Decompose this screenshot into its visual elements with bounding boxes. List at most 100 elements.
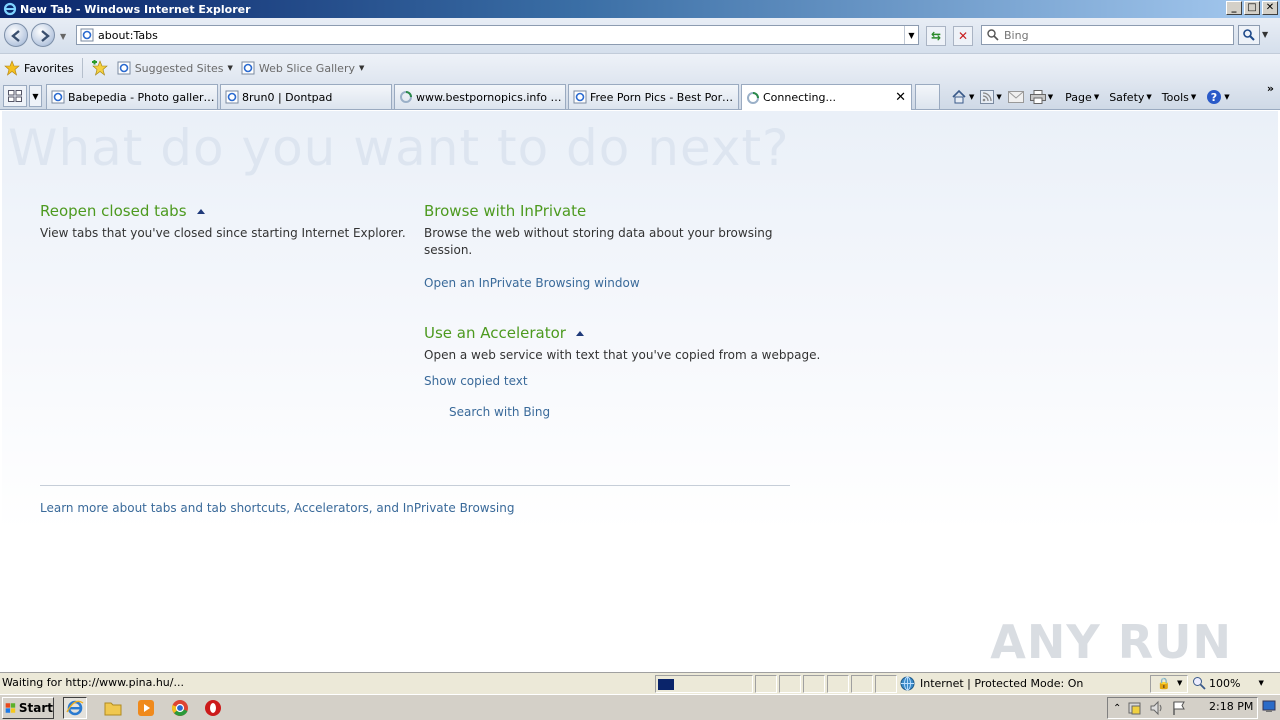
address-input[interactable] (98, 27, 918, 43)
close-button[interactable]: ✕ (1262, 1, 1278, 15)
address-bar[interactable]: ▼ (76, 25, 919, 45)
close-tab-icon[interactable]: ✕ (895, 90, 906, 105)
ie-logo-icon (3, 2, 17, 16)
action-center-icon[interactable] (1127, 700, 1143, 716)
divider (40, 485, 790, 486)
search-options-dropdown[interactable]: ▼ (1262, 30, 1268, 39)
tab[interactable]: 8run0 | Dontpad (220, 84, 392, 109)
loading-icon (400, 91, 412, 103)
feeds-button[interactable]: ▼ (977, 90, 1004, 104)
toolbar-overflow-chevron-icon[interactable]: » (1267, 82, 1274, 95)
safety-menu[interactable]: Safety ▼ (1106, 91, 1155, 104)
new-tab-page: What do you want to do next? Reopen clos… (2, 111, 1278, 671)
opera-icon (205, 700, 221, 716)
security-zone[interactable]: Internet | Protected Mode: On (900, 676, 1083, 691)
inprivate-description: Browse the web without storing data abou… (424, 226, 773, 257)
suggested-sites-link[interactable]: Suggested Sites ▼ (113, 57, 237, 79)
loading-icon (747, 91, 759, 104)
flag-icon[interactable] (1171, 700, 1187, 716)
forward-button[interactable] (31, 23, 55, 47)
tab-list-dropdown[interactable]: ▼ (29, 85, 42, 107)
tab-label: Free Porn Pics - Best Porns... (590, 90, 738, 104)
taskbar-internet-explorer[interactable] (63, 697, 87, 719)
maximize-button[interactable]: □ (1244, 1, 1260, 15)
tab[interactable]: Babepedia - Photo galleries ... (46, 84, 218, 109)
tab[interactable]: Free Porn Pics - Best Porns... (568, 84, 739, 109)
read-mail-button[interactable] (1005, 91, 1027, 103)
taskbar: Start ⌃ 2:18 PM (0, 694, 1280, 720)
clock[interactable]: 2:18 PM (1209, 700, 1253, 713)
printer-icon (1029, 90, 1046, 104)
tab-label: Connecting... (763, 91, 836, 104)
window-title: New Tab - Windows Internet Explorer (20, 2, 251, 16)
chevron-down-icon: ▼ (1190, 93, 1197, 101)
home-button[interactable]: ▼ (948, 89, 977, 105)
monitor-icon (1262, 700, 1276, 712)
refresh-icon: ⇆ (930, 29, 942, 43)
add-to-favorites-bar-button[interactable] (87, 57, 113, 79)
tab-label: 8run0 | Dontpad (242, 90, 333, 104)
collapse-caret-icon[interactable] (575, 330, 584, 336)
favorites-button[interactable]: Favorites (0, 57, 78, 79)
print-button[interactable]: ▼ (1027, 90, 1056, 104)
new-tab-button[interactable] (915, 84, 940, 109)
show-hidden-icons-icon[interactable]: ⌃ (1113, 703, 1121, 714)
zoom-level[interactable]: 100% ▼ (1192, 676, 1264, 690)
chevron-down-icon: ▼ (969, 93, 975, 101)
page-menu[interactable]: Page ▼ (1062, 91, 1102, 104)
add-favorite-icon (91, 60, 108, 76)
search-box[interactable] (981, 25, 1234, 45)
protected-mode-panel[interactable]: 🔒 ▼ (1150, 675, 1188, 693)
quick-tabs-button[interactable] (3, 85, 27, 107)
chevron-down-icon: ▼ (1047, 93, 1054, 101)
status-panel (827, 675, 849, 693)
taskbar-media-player[interactable] (134, 697, 158, 719)
status-panel (779, 675, 801, 693)
collapse-caret-icon[interactable] (196, 208, 205, 214)
lock-icon: 🔒 (1157, 677, 1171, 690)
status-panel (851, 675, 873, 693)
address-dropdown[interactable]: ▼ (904, 26, 918, 44)
mail-icon (1007, 91, 1024, 103)
taskbar-chrome[interactable] (168, 697, 192, 719)
tools-menu[interactable]: Tools ▼ (1159, 91, 1200, 104)
search-with-bing-link[interactable]: Search with Bing (449, 405, 550, 419)
web-slice-gallery-link[interactable]: Web Slice Gallery ▼ (237, 57, 368, 79)
page-heading: What do you want to do next? (8, 119, 790, 177)
chevron-down-icon: ▼ (1258, 679, 1264, 687)
rss-feed-icon (980, 90, 995, 104)
search-button[interactable] (1238, 25, 1260, 45)
tab-active[interactable]: Connecting... ✕ (741, 84, 912, 110)
ie-logo-icon (66, 700, 84, 716)
inprivate-heading: Browse with InPrivate (424, 202, 587, 220)
search-icon (1243, 29, 1255, 41)
chevron-down-icon: ▼ (227, 64, 233, 72)
stop-button[interactable]: ✕ (953, 26, 973, 46)
command-bar: ▼ ▼ ▼ Page ▼ Safety ▼ Tools ▼ ? ▼ (948, 86, 1233, 108)
tab[interactable]: www.bestpornopics.info - ... (394, 84, 566, 109)
accelerator-heading[interactable]: Use an Accelerator (424, 324, 584, 342)
search-input[interactable] (1004, 28, 1233, 42)
taskbar-opera[interactable] (201, 697, 225, 719)
chrome-icon (172, 700, 188, 716)
taskbar-file-explorer[interactable] (101, 697, 125, 719)
open-inprivate-link[interactable]: Open an InPrivate Browsing window (424, 276, 640, 290)
favorites-bar: Favorites Suggested Sites ▼ Web Slice Ga… (0, 54, 1280, 82)
help-icon: ? (1207, 90, 1222, 104)
help-button[interactable]: ? ▼ (1203, 89, 1232, 105)
forward-arrow-icon (41, 30, 50, 42)
show-desktop-button[interactable] (1262, 699, 1276, 715)
windows-logo-icon (5, 703, 16, 713)
back-button[interactable] (4, 23, 28, 47)
reopen-closed-tabs-heading[interactable]: Reopen closed tabs (40, 202, 205, 220)
tab-label: www.bestpornopics.info - ... (416, 90, 565, 104)
svg-text:?: ? (1211, 91, 1217, 104)
compatibility-refresh-button[interactable]: ⇆ (926, 26, 946, 46)
learn-more-link[interactable]: Learn more about tabs and tab shortcuts,… (40, 501, 514, 515)
recent-pages-dropdown[interactable]: ▼ (60, 32, 66, 41)
volume-icon[interactable] (1149, 700, 1165, 716)
ie-page-icon (225, 90, 239, 104)
minimize-button[interactable]: _ (1226, 1, 1242, 15)
start-button[interactable]: Start (2, 697, 54, 719)
show-copied-text-link[interactable]: Show copied text (424, 374, 528, 388)
